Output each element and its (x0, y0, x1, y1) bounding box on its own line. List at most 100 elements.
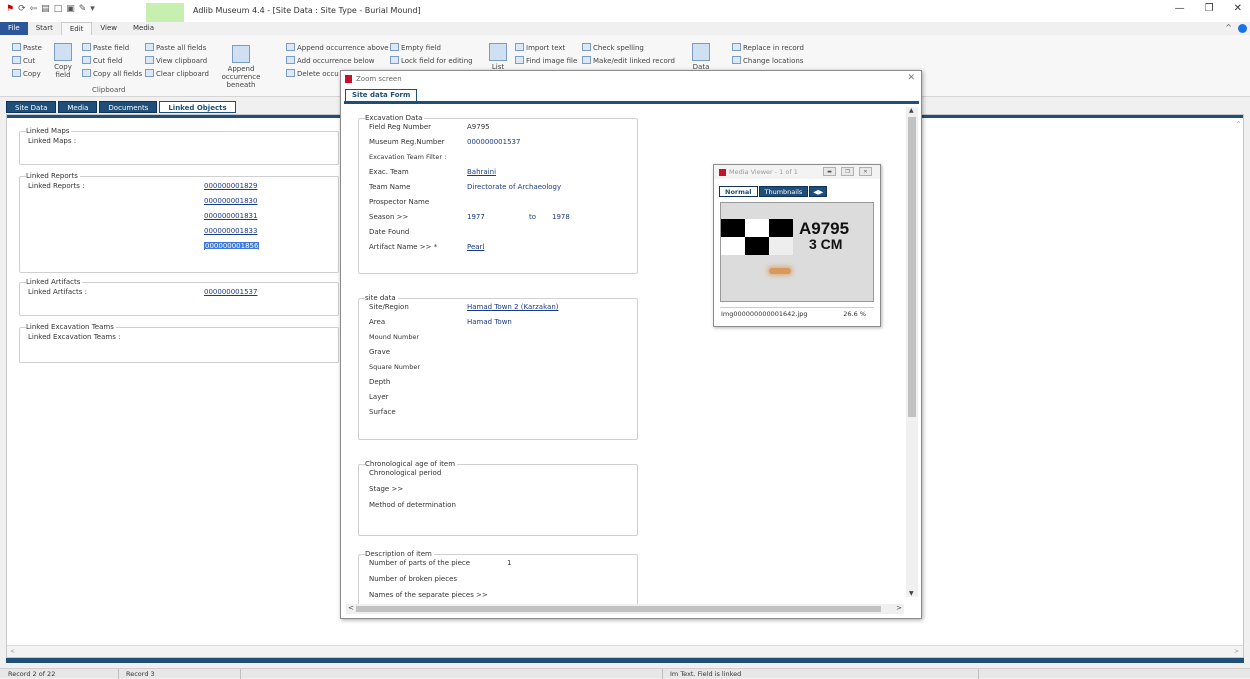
tab-start[interactable]: Start (28, 22, 61, 35)
scroll-left-icon[interactable]: < (10, 648, 15, 655)
append-occurrence-beneath-button[interactable]: Append occurrence beneath (216, 45, 266, 89)
tab-file[interactable]: File (0, 22, 28, 35)
mound-number-label: Mound Number (369, 333, 420, 341)
tab-documents[interactable]: Documents (99, 101, 158, 113)
scroll-right-icon[interactable]: > (1234, 648, 1239, 655)
tab-normal[interactable]: Normal (719, 186, 758, 197)
new-record-icon[interactable]: □ (54, 4, 63, 14)
delete-occurrence-button[interactable]: Delete occu (286, 69, 339, 78)
copy-field-button[interactable]: Copy field (53, 43, 73, 79)
view-clipboard-button[interactable]: View clipboard (145, 56, 207, 65)
make-edit-linked-button[interactable]: Make/edit linked record (582, 56, 675, 65)
tab-scroll-arrows-icon[interactable]: ◀▶ (809, 186, 828, 197)
scroll-up-icon[interactable]: ^ (1236, 121, 1241, 128)
parts-value[interactable]: 1 (507, 559, 511, 567)
vertical-scrollbar[interactable]: ▲ ▼ (906, 107, 918, 597)
copy-all-fields-button[interactable]: Copy all fields (82, 69, 142, 78)
panel-bottom-border (6, 658, 1244, 663)
collapse-ribbon-icon[interactable]: ^ (1225, 23, 1232, 32)
tab-site-data-form[interactable]: Site data Form (345, 89, 418, 101)
linked-teams-label: Linked Excavation Teams : (28, 333, 121, 341)
scroll-down-icon[interactable]: ▼ (909, 590, 914, 597)
cut-button[interactable]: Cut (12, 56, 35, 65)
site-region-value[interactable]: Hamad Town 2 (Karzakan) (467, 303, 558, 311)
team-name-label: Team Name (369, 183, 411, 191)
back-icon[interactable]: ⇦ (30, 4, 38, 14)
close-icon[interactable]: ✕ (907, 73, 915, 83)
close-icon[interactable]: ✕ (859, 167, 872, 176)
list-button[interactable]: List (488, 43, 508, 71)
tab-linked-objects[interactable]: Linked Objects (159, 101, 236, 113)
tab-view[interactable]: View (92, 22, 125, 35)
change-locations-button[interactable]: Change locations (732, 56, 803, 65)
tab-media[interactable]: Media (125, 22, 162, 35)
replace-in-record-button[interactable]: Replace in record (732, 43, 804, 52)
zoom-screen-dialog: Zoom screen ✕ Site data Form Excavation … (340, 70, 922, 619)
tab-edit[interactable]: Edit (60, 22, 93, 35)
cut-field-button[interactable]: Cut field (82, 56, 122, 65)
lock-field-button[interactable]: Lock field for editing (390, 56, 473, 65)
tab-media-doc[interactable]: Media (58, 101, 98, 113)
scroll-left-icon[interactable]: < (348, 604, 354, 612)
save-icon[interactable]: ▣ (66, 4, 75, 14)
qat-dropdown-icon[interactable]: ▾ (90, 4, 95, 14)
data-icon (692, 43, 710, 61)
minimize-icon[interactable]: — (1175, 3, 1185, 14)
linked-report-link[interactable]: 000000001829 (204, 182, 257, 190)
append-occurrence-icon (232, 45, 250, 63)
linked-report-link[interactable]: 000000001831 (204, 212, 257, 220)
artifact-photo[interactable]: A9795 3 CM (720, 202, 874, 302)
linked-report-link[interactable]: 000000001830 (204, 197, 257, 205)
scale-square (769, 219, 793, 237)
scroll-up-icon[interactable]: ▲ (909, 107, 914, 114)
paste-field-button[interactable]: Paste field (82, 43, 129, 52)
restore-icon[interactable]: ❐ (841, 167, 854, 176)
season-to-value[interactable]: 1978 (552, 213, 570, 221)
layer-label: Layer (369, 393, 389, 401)
museum-reg-value[interactable]: 000000001537 (467, 138, 520, 146)
paste-all-fields-button[interactable]: Paste all fields (145, 43, 206, 52)
exac-team-value[interactable]: Bahraini (467, 168, 496, 176)
copy-button[interactable]: Copy (12, 69, 41, 78)
season-from-value[interactable]: 1977 (467, 213, 485, 221)
append-occurrence-above-button[interactable]: Append occurrence above (286, 43, 389, 52)
field-reg-value[interactable]: A9795 (467, 123, 490, 131)
check-spelling-button[interactable]: Check spelling (582, 43, 644, 52)
empty-field-button[interactable]: Empty field (390, 43, 441, 52)
linked-report-link-selected[interactable]: 000000001856 (204, 242, 260, 250)
tab-site-data[interactable]: Site Data (6, 101, 57, 113)
import-text-button[interactable]: Import text (515, 43, 565, 52)
area-value[interactable]: Hamad Town (467, 318, 512, 326)
close-icon[interactable]: ✕ (1234, 3, 1242, 14)
scale-square (721, 237, 745, 255)
team-name-value[interactable]: Directorate of Archaeology (467, 183, 561, 191)
append-above-icon (286, 43, 295, 51)
linked-artifact-link[interactable]: 000000001537 (204, 288, 257, 296)
scrollbar-thumb[interactable] (908, 117, 916, 417)
data-button[interactable]: Data (690, 43, 712, 71)
artifact-name-value[interactable]: Pearl (467, 243, 484, 251)
add-occurrence-below-button[interactable]: Add occurrence below (286, 56, 375, 65)
tools-icon[interactable]: ✎ (79, 4, 87, 14)
tab-thumbnails[interactable]: Thumbnails (758, 186, 809, 197)
paste-button[interactable]: Paste (12, 43, 42, 52)
adlib-logo-icon (719, 169, 726, 176)
minimize-icon[interactable]: ▬ (823, 167, 836, 176)
help-icon[interactable] (1238, 24, 1247, 33)
clear-clipboard-button[interactable]: Clear clipboard (145, 69, 209, 78)
linked-report-link[interactable]: 000000001833 (204, 227, 257, 235)
horizontal-scrollbar[interactable]: < > (346, 604, 904, 614)
horizontal-scrollbar[interactable]: < > (7, 645, 1243, 657)
restore-icon[interactable]: ❐ (1205, 3, 1214, 14)
refresh-icon[interactable]: ⟳ (18, 4, 26, 14)
spelling-icon (582, 43, 591, 51)
photo-label-scale: 3 CM (809, 236, 843, 252)
scrollbar-thumb[interactable] (356, 606, 881, 612)
document-tabs: Site Data Media Documents Linked Objects (6, 101, 236, 113)
excavation-data-legend: Excavation Data (365, 114, 425, 122)
find-image-file-button[interactable]: Find image file (515, 56, 577, 65)
document-icon[interactable]: ▤ (41, 4, 50, 14)
scale-square (721, 219, 745, 237)
scroll-right-icon[interactable]: > (896, 604, 902, 612)
image-filename: Img000000000001642.jpg (721, 310, 808, 318)
